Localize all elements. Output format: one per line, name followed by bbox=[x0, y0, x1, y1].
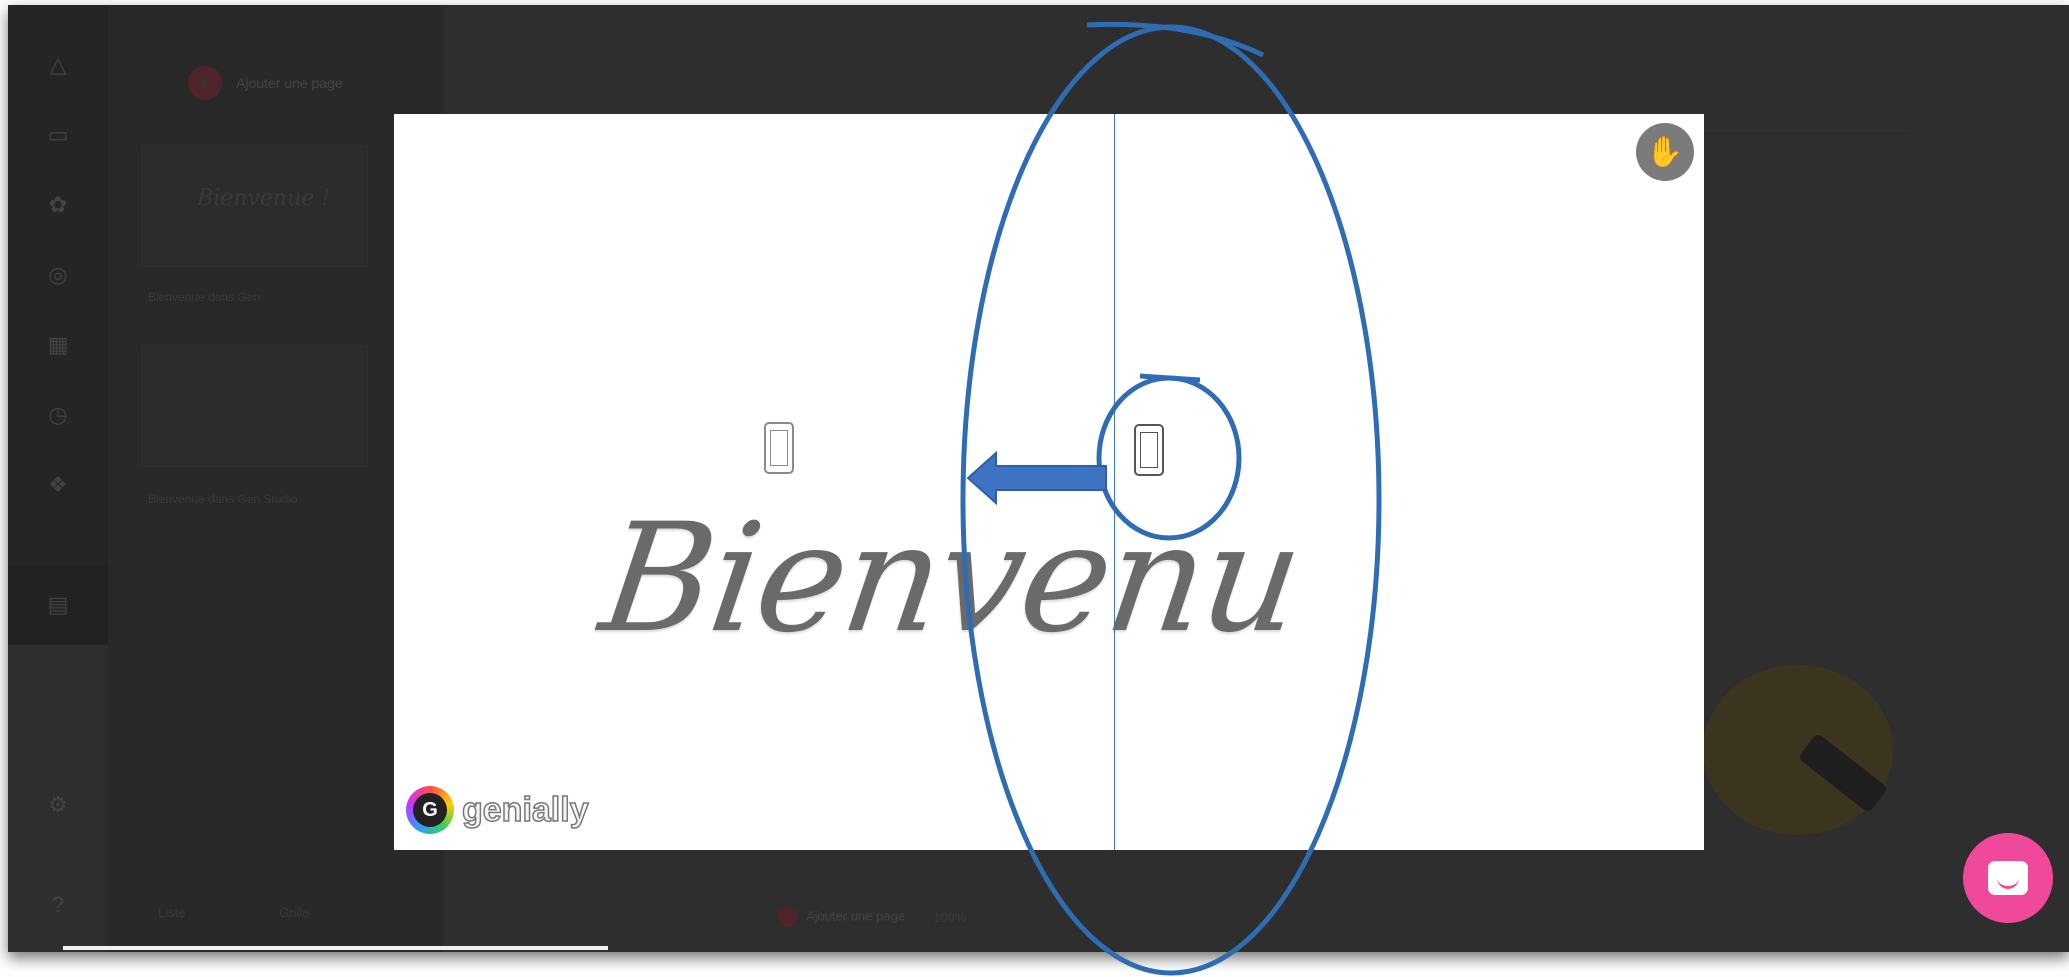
clock-icon: ◷ bbox=[48, 402, 68, 427]
interactive-icon: ◎ bbox=[48, 262, 68, 287]
smart-blocks-icon: ❖ bbox=[48, 472, 68, 497]
thumbnail-title: Bienvenue ! bbox=[197, 186, 331, 211]
plus-icon bbox=[778, 907, 798, 927]
pages-rail-button[interactable]: ▤ bbox=[8, 575, 108, 635]
app-window: △ ▭ ✿ ◎ ▦ ◷ ❖ ▤ ⚙ ? + Ajouter une page B… bbox=[8, 5, 2069, 952]
rail-item-interactive[interactable]: ◎ bbox=[8, 245, 108, 305]
preview-modal: ✋ Bienvenu G genially bbox=[394, 114, 1704, 850]
genially-brand[interactable]: G genially bbox=[406, 786, 589, 834]
add-page-label: Ajouter une page bbox=[236, 75, 343, 91]
rail-item-settings[interactable]: ⚙ bbox=[8, 775, 108, 835]
pages-icon: ▤ bbox=[47, 592, 69, 617]
zoom-level[interactable]: 100% bbox=[933, 910, 966, 925]
tab-grid[interactable]: Grille bbox=[279, 905, 309, 920]
rail-item-pages[interactable]: ▤ bbox=[8, 565, 108, 645]
page-thumbnail-2[interactable] bbox=[141, 345, 368, 467]
left-rail: △ ▭ ✿ ◎ ▦ ◷ ❖ bbox=[8, 5, 108, 565]
thumbnail-caption: Bienvenue dans Gen Studio bbox=[148, 492, 298, 506]
rail-item-help[interactable]: ? bbox=[8, 875, 108, 935]
rail-item-grid[interactable]: ▦ bbox=[8, 315, 108, 375]
triangle-icon: △ bbox=[49, 52, 67, 77]
center-guide-line bbox=[1114, 114, 1115, 850]
scrollbar[interactable] bbox=[63, 946, 608, 950]
hand-tool-button[interactable]: ✋ bbox=[1636, 123, 1694, 181]
rail-item-smart-blocks[interactable]: ❖ bbox=[8, 455, 108, 515]
grid-icon: ▦ bbox=[47, 332, 69, 357]
tablet-icon bbox=[764, 422, 794, 474]
welcome-title: Bienvenu bbox=[591, 492, 1311, 666]
rail-item-image[interactable]: ▭ bbox=[8, 105, 108, 165]
bottom-add-page-button[interactable]: Ajouter une page bbox=[778, 907, 905, 927]
chat-icon bbox=[1988, 861, 2028, 895]
plus-icon: + bbox=[188, 66, 222, 100]
view-tabs: Liste Grille bbox=[158, 905, 399, 920]
thumbnail-caption: Bienvenue dans Gen bbox=[148, 290, 261, 304]
page-thumbnail-1[interactable]: Bienvenue ! bbox=[141, 145, 368, 267]
bottom-toolbar: Ajouter une page 100% bbox=[778, 900, 966, 934]
hand-icon: ✋ bbox=[1646, 135, 1684, 169]
chat-button[interactable] bbox=[1963, 833, 2053, 923]
star-icon: ✿ bbox=[48, 192, 68, 217]
help-icon: ? bbox=[51, 892, 65, 917]
bottom-add-page-label: Ajouter une page bbox=[806, 908, 906, 924]
brand-name: genially bbox=[461, 790, 589, 830]
logo-letter: G bbox=[413, 793, 447, 827]
tablet-icon bbox=[1134, 424, 1164, 476]
gear-icon: ⚙ bbox=[48, 792, 68, 817]
image-icon: ▭ bbox=[47, 122, 69, 147]
add-page-button[interactable]: + Ajouter une page bbox=[188, 65, 343, 101]
genially-logo-icon: G bbox=[406, 786, 454, 834]
rail-item-star[interactable]: ✿ bbox=[8, 175, 108, 235]
rail-item-clock[interactable]: ◷ bbox=[8, 385, 108, 445]
rail-item-triangle[interactable]: △ bbox=[8, 35, 108, 95]
tab-list[interactable]: Liste bbox=[158, 905, 185, 920]
